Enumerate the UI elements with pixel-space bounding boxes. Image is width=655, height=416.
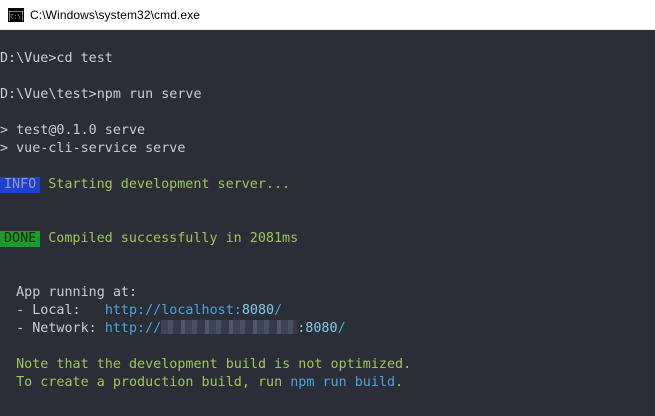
network-url-port: :8080 — [297, 321, 338, 336]
note-line-1: Note that the development build is not o… — [0, 357, 412, 372]
app-running-line: App running at: — [0, 285, 138, 300]
cmd-icon: C:\ — [8, 7, 24, 22]
done-line: DONE Compiled successfully in 2081ms — [0, 230, 298, 248]
command-line-npm: D:\Vue\test>npm run serve — [0, 87, 202, 102]
network-url-link[interactable]: http:// :8080/ — [104, 320, 346, 336]
svg-text:C:\: C:\ — [10, 13, 21, 20]
local-url-link[interactable]: http://localhost:8080/ — [105, 303, 282, 318]
build-command: npm run build — [290, 375, 396, 390]
network-url-slash: / — [337, 321, 346, 336]
network-url-prefix: http:// — [104, 321, 162, 336]
network-url-line: - Network: http:// :8080/ — [0, 320, 346, 338]
done-text: Compiled successfully in 2081ms — [48, 231, 299, 246]
cmd-window: C:\ C:\Windows\system32\cmd.exe D:\Vue>c… — [0, 0, 655, 416]
info-line: INFO Starting development server... — [0, 176, 290, 194]
network-label: - Network: — [0, 321, 105, 336]
local-url-slash: / — [274, 303, 283, 318]
script-line-1: > test@0.1.0 serve — [0, 123, 146, 138]
local-url-host: http://localhost: — [104, 303, 242, 318]
note-prefix: To create a production build, run — [0, 375, 291, 390]
done-badge: DONE — [0, 231, 41, 247]
window-title: C:\Windows\system32\cmd.exe — [30, 7, 201, 22]
local-url-port: 8080 — [241, 303, 275, 318]
info-text: Starting development server... — [48, 177, 291, 192]
info-badge: INFO — [0, 177, 41, 193]
console-output[interactable]: D:\Vue>cd test D:\Vue\test>npm run serve… — [0, 30, 655, 416]
local-url-line: - Local: http://localhost:8080/ — [0, 302, 282, 320]
script-line-2: > vue-cli-service serve — [0, 141, 186, 156]
note-suffix: . — [395, 375, 404, 390]
title-bar[interactable]: C:\ C:\Windows\system32\cmd.exe — [0, 0, 655, 30]
redacted-ip-address — [161, 320, 298, 334]
command-line-cd: D:\Vue>cd test — [0, 51, 113, 66]
note-line-2: To create a production build, run npm ru… — [0, 374, 403, 392]
local-label: - Local: — [0, 303, 105, 318]
